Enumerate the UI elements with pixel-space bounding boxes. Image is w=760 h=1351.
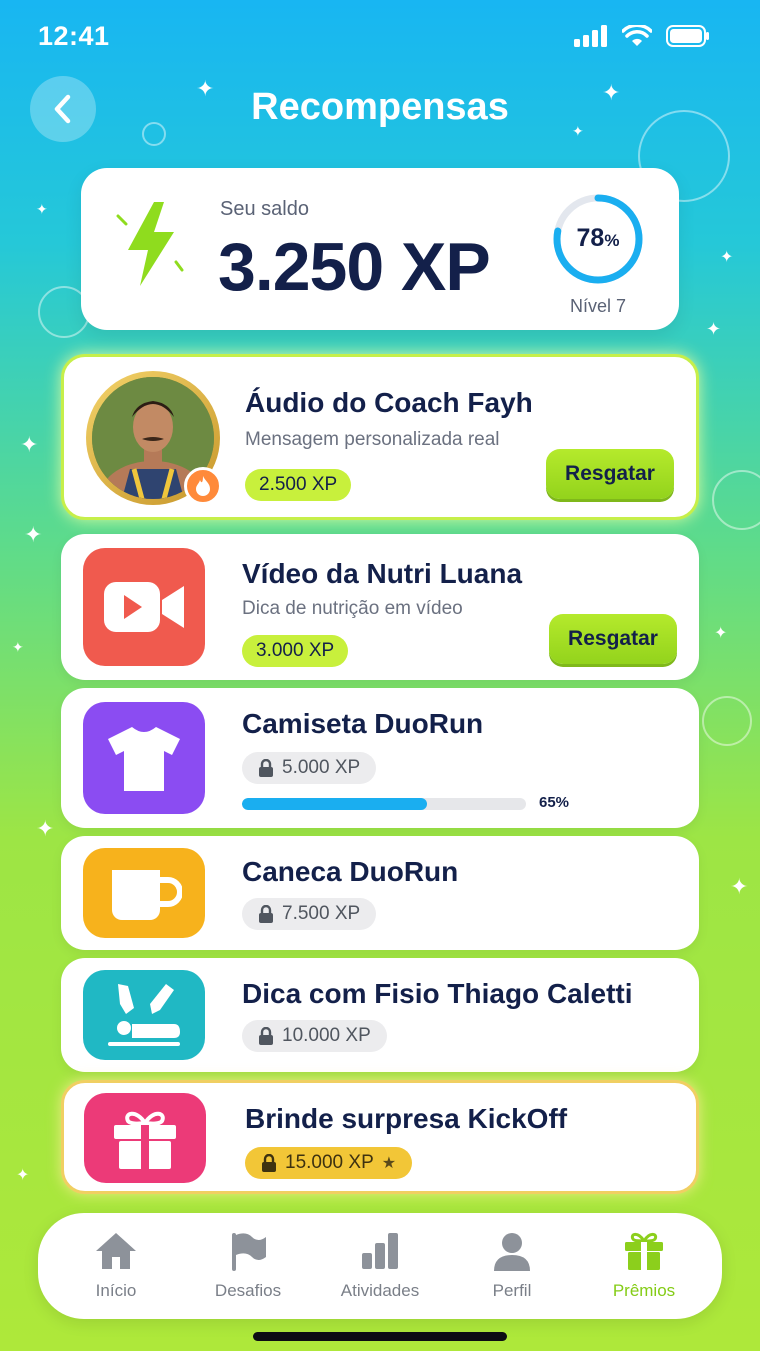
reward-cost-badge: 7.500 XP — [242, 898, 377, 930]
reward-cost-badge: 5.000 XP — [242, 752, 377, 784]
balance-label: Seu saldo — [220, 198, 309, 220]
reward-subtitle: Mensagem personalizada real — [245, 429, 500, 450]
nav-item-activities[interactable]: Atividades — [320, 1231, 440, 1301]
reward-progress-fill — [242, 798, 427, 810]
reward-title: Caneca DuoRun — [242, 856, 459, 887]
massage-icon — [108, 984, 180, 1046]
reward-title: Camiseta DuoRun — [242, 708, 484, 739]
status-bar: 12:41 — [38, 18, 710, 54]
lock-icon — [261, 1154, 277, 1172]
sparkle-icon: ✦ — [36, 816, 55, 841]
tshirt-icon — [108, 727, 180, 791]
sparkle-icon: ✦ — [706, 319, 722, 339]
reward-tile — [83, 970, 205, 1060]
reward-card-coach-audio[interactable]: Áudio do Coach Fayh Mensagem personaliza… — [61, 354, 699, 520]
reward-title: Vídeo da Nutri Luana — [242, 558, 523, 589]
decor-bubble — [702, 696, 752, 746]
reward-subtitle: Dica de nutrição em vídeo — [242, 598, 463, 619]
battery-icon — [666, 25, 709, 47]
sparkle-icon: ✦ — [36, 201, 48, 217]
reward-card-nutri-video[interactable]: Vídeo da Nutri Luana Dica de nutrição em… — [61, 534, 699, 680]
level-label: Nível 7 — [569, 296, 627, 316]
nav-item-rewards[interactable]: Prêmios — [584, 1231, 704, 1301]
sparkle-icon: ✦ — [16, 1167, 30, 1184]
fire-icon — [184, 467, 222, 505]
signal-icon — [574, 25, 607, 47]
reward-tile — [83, 702, 205, 814]
reward-progress-bar — [242, 798, 526, 810]
flag-icon — [232, 1233, 266, 1271]
lock-icon — [258, 905, 274, 923]
reward-card-surprise-gift[interactable]: Brinde surpresa KickOff 15.000 XP ★ — [61, 1080, 699, 1194]
reward-cost: 3.000 XP — [256, 640, 335, 661]
status-icons — [574, 25, 710, 47]
reward-title: Áudio do Coach Fayh — [245, 387, 533, 418]
home-icon — [96, 1233, 136, 1269]
nav-item-profile[interactable]: Perfil — [452, 1231, 572, 1301]
video-camera-icon — [104, 582, 184, 632]
lock-icon — [258, 759, 274, 777]
page-title: Recompensas — [251, 86, 509, 128]
reward-card-tshirt[interactable]: Camiseta DuoRun 5.000 XP 65% — [61, 688, 699, 828]
wifi-icon — [622, 25, 652, 46]
coach-avatar — [86, 371, 222, 505]
nav-item-challenges[interactable]: Desafios — [188, 1231, 308, 1301]
bar-chart-icon — [362, 1233, 398, 1269]
reward-title: Brinde surpresa KickOff — [245, 1103, 568, 1134]
sparkle-icon: ✦ — [20, 432, 39, 457]
reward-cost: 2.500 XP — [259, 474, 338, 495]
user-icon — [494, 1233, 530, 1271]
level-percent-unit: % — [604, 231, 620, 250]
gift-icon — [114, 1111, 176, 1169]
reward-card-mug[interactable]: Caneca DuoRun 7.500 XP — [61, 836, 699, 950]
decor-bubble — [712, 470, 760, 530]
redeem-button[interactable]: Resgatar — [546, 449, 674, 499]
level-percent-value: 78 — [576, 224, 605, 252]
reward-tile — [83, 848, 205, 938]
nav-label: Perfil — [492, 1281, 532, 1300]
reward-cost: 7.500 XP — [282, 903, 361, 924]
reward-tile — [84, 1093, 206, 1183]
sparkle-icon: ✦ — [24, 522, 43, 547]
nav-label: Prêmios — [612, 1281, 676, 1300]
reward-card-physio[interactable]: Dica com Fisio Thiago Caletti 10.000 XP — [61, 958, 699, 1072]
sparkle-icon: ✦ — [12, 639, 24, 655]
lock-icon — [258, 1027, 274, 1045]
reward-cost: 15.000 XP — [285, 1152, 374, 1173]
reward-cost: 5.000 XP — [282, 757, 361, 778]
sparkle-icon: ✦ — [720, 249, 734, 266]
nav-label: Atividades — [340, 1281, 420, 1300]
reward-cost-badge: 2.500 XP — [245, 469, 352, 501]
reward-cost-badge: 10.000 XP — [242, 1020, 387, 1052]
star-icon: ★ — [381, 1155, 397, 1172]
reward-title: Dica com Fisio Thiago Caletti — [242, 978, 633, 1009]
reward-cost: 10.000 XP — [282, 1025, 371, 1046]
gift-icon — [625, 1232, 663, 1270]
bottom-nav: Início Desafios Atividades Perfil Prêmio… — [38, 1213, 722, 1319]
lightning-icon — [116, 202, 184, 286]
nav-label: Início — [95, 1281, 137, 1300]
balance-value: 3.250 XP — [218, 229, 491, 305]
level-percent: 78% — [551, 224, 645, 253]
redeem-button[interactable]: Resgatar — [549, 614, 677, 664]
nav-label: Desafios — [214, 1281, 282, 1300]
reward-tile — [83, 548, 205, 666]
sparkle-icon: ✦ — [730, 874, 749, 899]
reward-cost-badge: 15.000 XP ★ — [245, 1147, 413, 1179]
nav-item-home[interactable]: Início — [56, 1231, 176, 1301]
home-indicator[interactable] — [253, 1332, 507, 1341]
mug-icon — [112, 870, 182, 920]
status-time: 12:41 — [38, 20, 110, 51]
sparkle-icon: ✦ — [714, 625, 728, 642]
reward-cost-badge: 3.000 XP — [242, 635, 349, 667]
reward-progress-label: 65% — [539, 794, 570, 811]
